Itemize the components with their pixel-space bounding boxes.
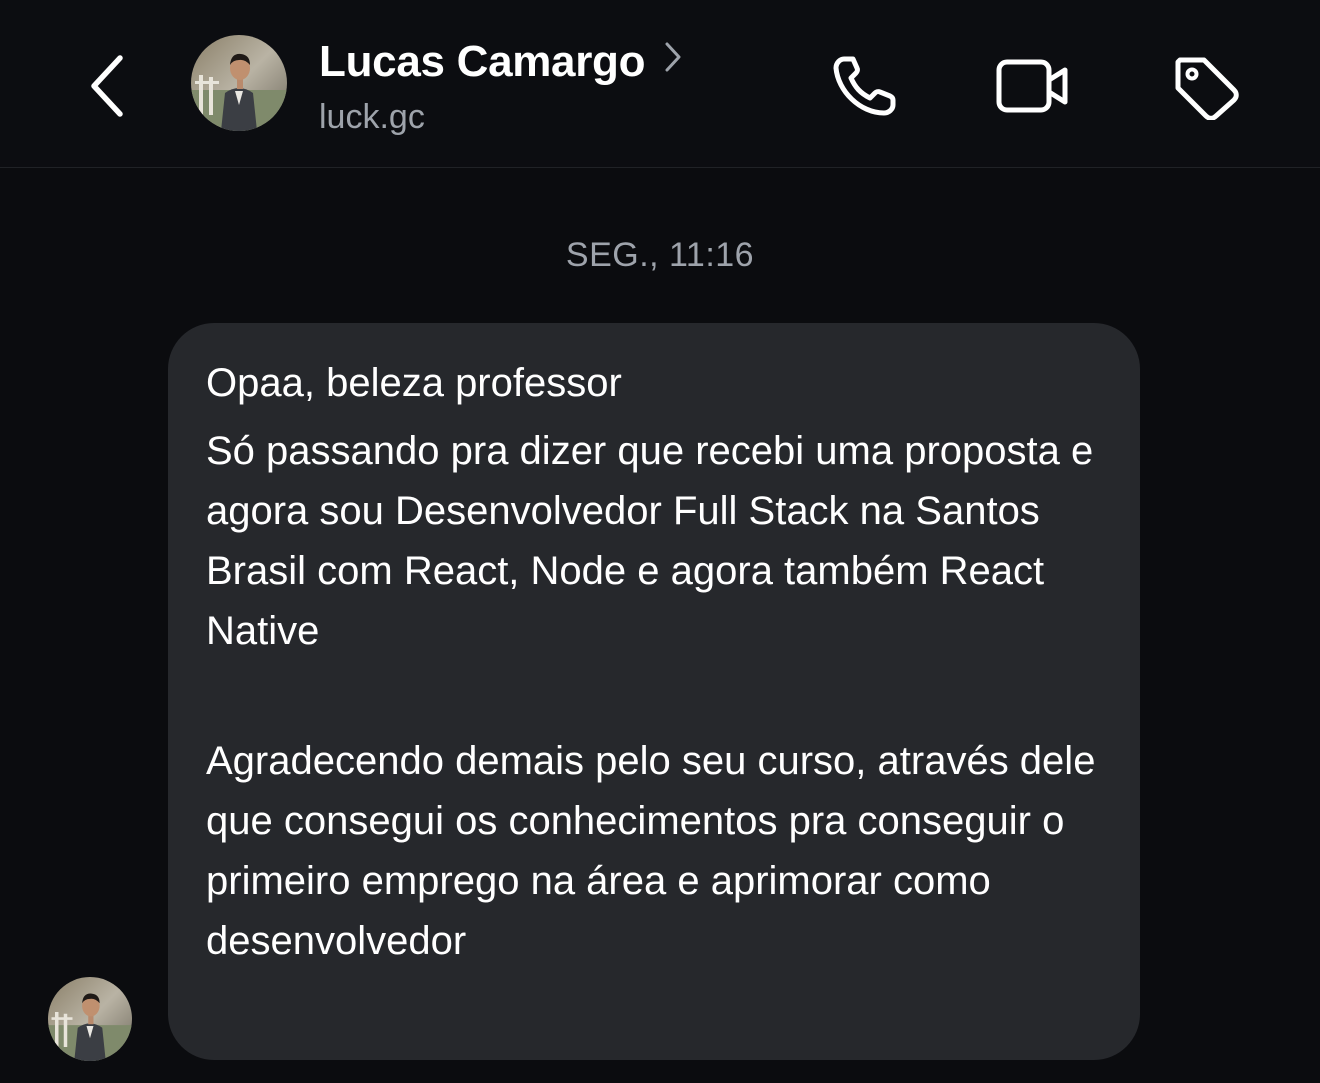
sender-avatar[interactable] (48, 977, 132, 1061)
message-line-greeting: Opaa, beleza professor (206, 361, 622, 405)
phone-icon (833, 56, 896, 116)
message-paragraph-news: Só passando pra dizer que recebi uma pro… (206, 429, 1105, 653)
tag-icon (1175, 57, 1239, 120)
contact-name: Lucas Camargo (319, 37, 646, 86)
chat-header: Lucas Camargo luck.gc (0, 0, 1320, 168)
contact-username: luck.gc (319, 98, 425, 136)
contact-profile-link[interactable]: Lucas Camargo (319, 36, 683, 88)
avatar-photo (191, 35, 287, 131)
message-timestamp: SEG., 11:16 (565, 236, 755, 274)
message-bubble[interactable]: Opaa, beleza professor Só passando pra d… (168, 323, 1140, 1060)
tag-button[interactable] (1163, 46, 1249, 126)
chevron-left-icon (91, 55, 123, 117)
voice-call-button[interactable] (822, 46, 908, 126)
back-button[interactable] (80, 46, 136, 126)
video-camera-icon (996, 59, 1068, 113)
chevron-right-icon (665, 42, 681, 72)
avatar-photo (48, 977, 132, 1061)
contact-avatar[interactable] (191, 35, 287, 131)
message-paragraph-thanks: Agradecendo demais pelo seu curso, atrav… (206, 739, 1107, 963)
video-call-button[interactable] (988, 46, 1078, 126)
